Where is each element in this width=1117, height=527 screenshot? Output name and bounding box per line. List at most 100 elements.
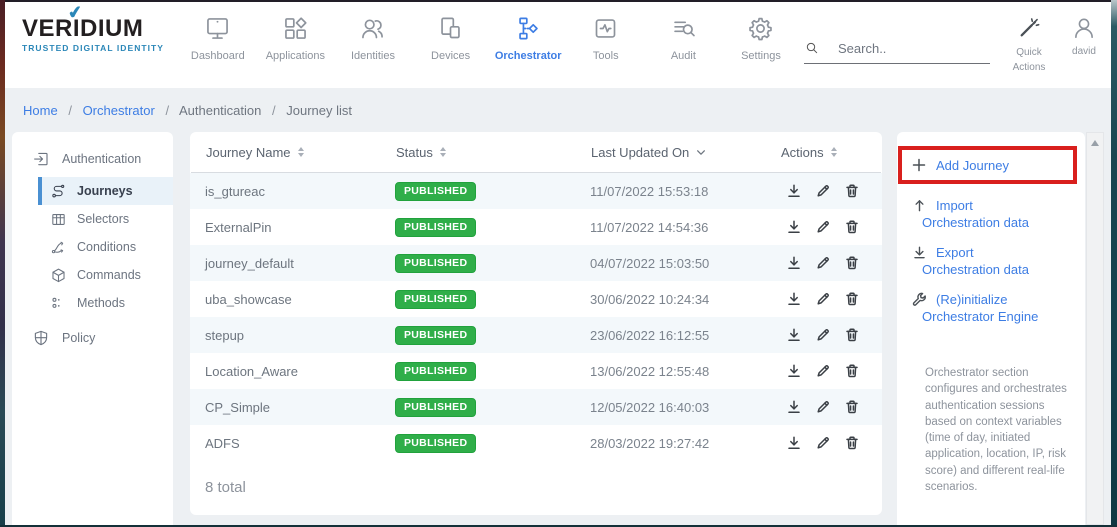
sidebar-item-journeys[interactable]: Journeys xyxy=(38,177,173,205)
veridium-logo: VERI✔DIUM TRUSTED DIGITAL IDENTITY xyxy=(22,17,164,53)
table-icon xyxy=(50,211,67,228)
arrow-up-icon xyxy=(912,198,927,213)
journey-name: ADFS xyxy=(205,436,395,451)
delete-icon[interactable] xyxy=(844,363,860,379)
delete-icon[interactable] xyxy=(844,327,860,343)
status-badge: PUBLISHED xyxy=(395,362,476,381)
magic-wand-icon xyxy=(1017,15,1042,40)
logo-tagline: TRUSTED DIGITAL IDENTITY xyxy=(22,44,164,53)
column-journey-name[interactable]: Journey Name xyxy=(206,145,396,160)
last-updated-value: 13/06/2022 12:55:48 xyxy=(590,364,780,379)
dashboard-icon xyxy=(204,12,231,44)
table-row[interactable]: CP_Simple PUBLISHED 12/05/2022 16:40:03 xyxy=(190,389,882,425)
sidebar-item-commands[interactable]: Commands xyxy=(38,261,173,289)
delete-icon[interactable] xyxy=(844,291,860,307)
sidebar-item-methods[interactable]: Methods xyxy=(38,289,173,317)
table-row[interactable]: ADFS PUBLISHED 28/03/2022 19:27:42 xyxy=(190,425,882,461)
column-last-updated[interactable]: Last Updated On xyxy=(591,145,781,160)
edit-icon[interactable] xyxy=(815,435,831,451)
download-icon[interactable] xyxy=(786,435,802,451)
user-menu[interactable]: david xyxy=(1061,15,1107,57)
plus-icon xyxy=(911,157,927,173)
export-orchestration-button[interactable]: Export Orchestration data xyxy=(897,244,1085,278)
edit-icon[interactable] xyxy=(815,255,831,271)
audit-icon xyxy=(670,12,697,44)
delete-icon[interactable] xyxy=(844,399,860,415)
devices-icon xyxy=(437,12,464,44)
user-name: david xyxy=(1072,46,1096,57)
sort-icon xyxy=(831,147,837,157)
reinitialize-engine-button[interactable]: (Re)initialize Orchestrator Engine xyxy=(897,291,1085,325)
sidebar-item-selectors[interactable]: Selectors xyxy=(38,205,173,233)
column-status[interactable]: Status xyxy=(396,145,591,160)
identities-icon xyxy=(359,12,386,44)
download-icon[interactable] xyxy=(786,291,802,307)
dots-icon xyxy=(50,295,67,312)
nav-item-settings[interactable]: Settings xyxy=(722,12,800,62)
status-badge: PUBLISHED xyxy=(395,398,476,417)
table-row[interactable]: ExternalPin PUBLISHED 11/07/2022 14:54:3… xyxy=(190,209,882,245)
breadcrumb-orchestrator[interactable]: Orchestrator xyxy=(83,103,155,118)
journey-name: stepup xyxy=(205,328,395,343)
sidebar-item-authentication[interactable]: Authentication xyxy=(12,144,173,174)
import-orchestration-button[interactable]: Import Orchestration data xyxy=(897,197,1085,231)
last-updated-value: 28/03/2022 19:27:42 xyxy=(590,436,780,451)
delete-icon[interactable] xyxy=(844,255,860,271)
nav-item-dashboard[interactable]: Dashboard xyxy=(179,12,257,62)
table-row[interactable]: uba_showcase PUBLISHED 30/06/2022 10:24:… xyxy=(190,281,882,317)
delete-icon[interactable] xyxy=(844,183,860,199)
journey-name: uba_showcase xyxy=(205,292,395,307)
journey-name: ExternalPin xyxy=(205,220,395,235)
edit-icon[interactable] xyxy=(815,291,831,307)
logo-brand: VERI✔DIUM xyxy=(22,17,164,41)
edit-icon[interactable] xyxy=(815,363,831,379)
delete-icon[interactable] xyxy=(844,435,860,451)
branch-icon xyxy=(50,239,67,256)
nav-item-identities[interactable]: Identities xyxy=(334,12,412,62)
edit-icon[interactable] xyxy=(815,399,831,415)
orchestrator-icon xyxy=(515,12,542,44)
edit-icon[interactable] xyxy=(815,327,831,343)
nav-item-tools[interactable]: Tools xyxy=(567,12,645,62)
table-row[interactable]: is_gtureac PUBLISHED 11/07/2022 15:53:18 xyxy=(190,173,882,209)
download-icon[interactable] xyxy=(786,399,802,415)
add-journey-button[interactable]: Add Journey xyxy=(911,157,1009,174)
nav-item-applications[interactable]: Applications xyxy=(257,12,335,62)
actions-panel: Add Journey Import Orchestration data Ex… xyxy=(897,132,1085,525)
nav-item-devices[interactable]: Devices xyxy=(412,12,490,62)
download-icon[interactable] xyxy=(786,219,802,235)
last-updated-value: 11/07/2022 14:54:36 xyxy=(590,220,780,235)
sidebar-item-conditions[interactable]: Conditions xyxy=(38,233,173,261)
login-icon xyxy=(32,150,50,168)
scrollbar-track[interactable] xyxy=(1086,132,1104,525)
nav-item-orchestrator[interactable]: Orchestrator xyxy=(489,12,567,62)
journey-name: Location_Aware xyxy=(205,364,395,379)
settings-icon xyxy=(747,12,774,44)
quick-actions-button[interactable]: QuickActions xyxy=(1003,15,1055,75)
sort-icon xyxy=(440,147,446,157)
edit-icon[interactable] xyxy=(815,183,831,199)
nav-item-audit[interactable]: Audit xyxy=(645,12,723,62)
sort-desc-icon xyxy=(696,149,706,156)
table-header: Journey Name Status Last Updated On Acti… xyxy=(191,132,881,173)
table-row[interactable]: Location_Aware PUBLISHED 13/06/2022 12:5… xyxy=(190,353,882,389)
download-icon[interactable] xyxy=(786,327,802,343)
edit-icon[interactable] xyxy=(815,219,831,235)
sidebar-item-policy[interactable]: Policy xyxy=(12,323,173,353)
table-row[interactable]: journey_default PUBLISHED 04/07/2022 15:… xyxy=(190,245,882,281)
breadcrumb-home[interactable]: Home xyxy=(23,103,58,118)
status-badge: PUBLISHED xyxy=(395,434,476,453)
sort-icon xyxy=(298,147,304,157)
download-icon[interactable] xyxy=(786,183,802,199)
download-icon[interactable] xyxy=(786,255,802,271)
column-actions[interactable]: Actions xyxy=(781,145,881,160)
delete-icon[interactable] xyxy=(844,219,860,235)
search-box xyxy=(804,33,990,64)
download-icon[interactable] xyxy=(786,363,802,379)
table-row[interactable]: stepup PUBLISHED 23/06/2022 16:12:55 xyxy=(190,317,882,353)
journey-name: CP_Simple xyxy=(205,400,395,415)
search-input[interactable] xyxy=(836,40,1016,57)
authentication-sub-list: Journeys Selectors Conditions Commands M… xyxy=(38,177,173,317)
scroll-up-arrow[interactable] xyxy=(1091,140,1099,146)
checkmark-icon: ✔ xyxy=(67,3,84,22)
